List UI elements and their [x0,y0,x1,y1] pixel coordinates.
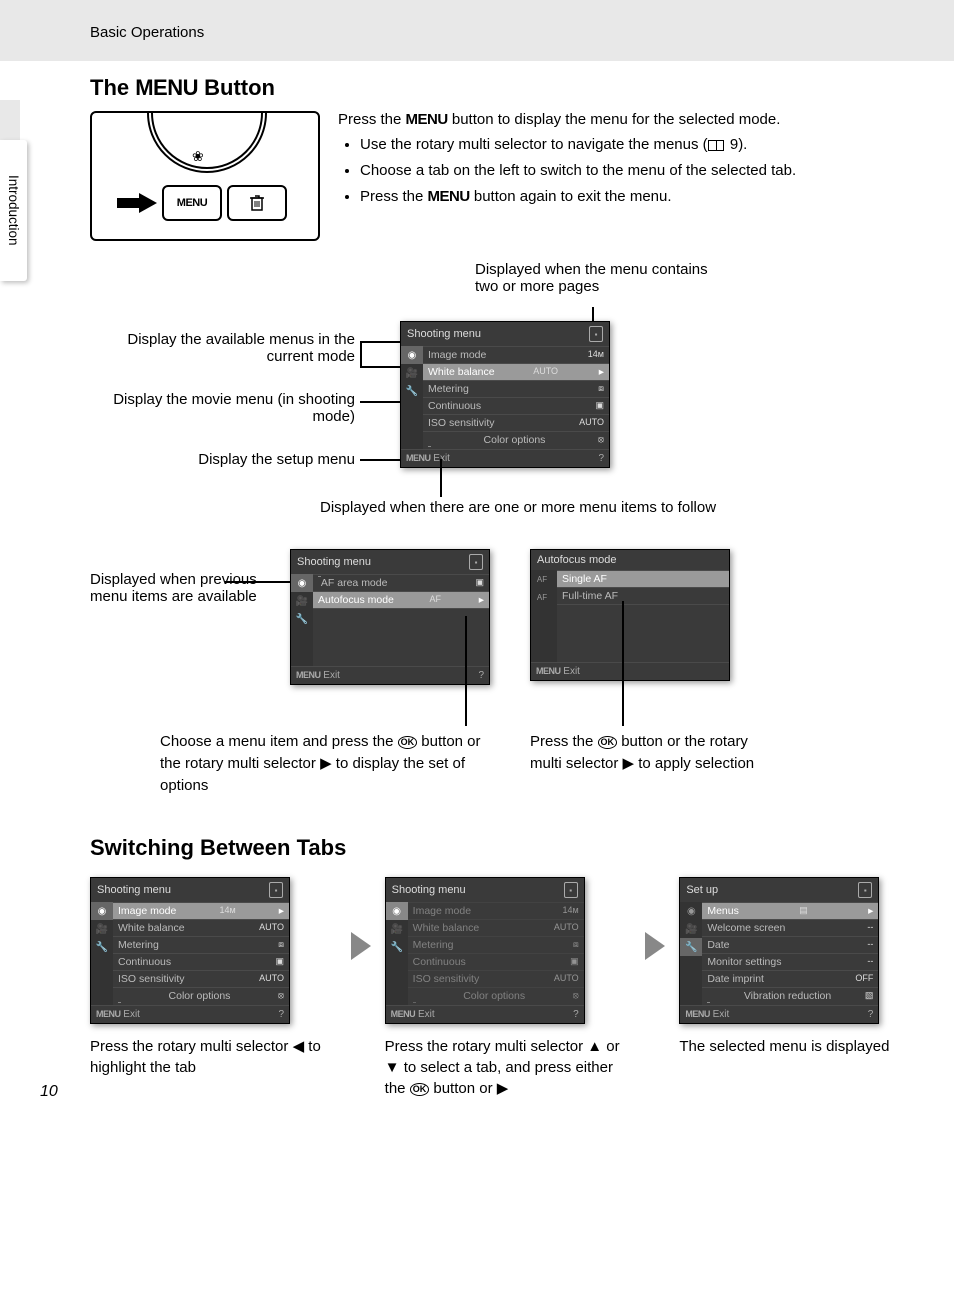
menu-item: White balanceAUTO [113,919,289,936]
menu-item: Date imprintOFF [702,970,878,987]
manual-reference-icon [708,140,724,151]
menu-item: Color options⦻ [423,431,609,449]
menu-item: White balanceAUTO [408,919,584,936]
lcd-shooting-menu-page2: Shooting menu▪ ◉ 🎥 🔧 AF area mode▣ Autof… [290,549,490,685]
menu-item: Vibration reduction▧ [702,987,878,1005]
menu-item: Full-time AF [557,587,729,604]
delete-button-illustration [227,185,287,221]
callout-movie-menu: Display the movie menu (in shooting mode… [90,391,355,425]
callout-setup-menu: Display the setup menu [90,451,355,468]
menu-item: ISO sensitivityAUTO [408,970,584,987]
arrow-right-icon [645,932,665,960]
tab-shooting-icon: ◉ [91,902,113,920]
menu-item-selected: White balanceAUTO▸ [423,363,609,380]
camera-top-diagram: ❀ MENU [90,111,320,241]
side-tab-rail: Introduction [0,100,27,281]
menu-button-illustration: MENU [162,185,222,221]
step2-caption: Press the rotary multi selector ▲ or ▼ t… [385,1036,632,1099]
help-icon: ? [598,453,604,464]
intro-bullet-2: Choose a tab on the left to switch to th… [360,160,914,182]
menu-item-selected: Autofocus modeAF▸ [313,591,489,608]
intro-paragraph: Press the MENU button to display the men… [338,111,914,128]
lcd-switch-step2: Shooting menu▪ ◉ 🎥 🔧 Image mode14ᴍ White… [385,877,585,1024]
ok-button-icon: OK [398,736,418,749]
menu-item: Metering⧈ [423,380,609,397]
page-number: 10 [40,1083,58,1101]
lcd-shooting-menu-main: Shooting menu▪ ◉ 🎥 🔧 Image mode14ᴍ White… [400,321,610,468]
menu-item: Welcome screen-- [702,919,878,936]
lcd-autofocus-mode: Autofocus mode AF AF Single AF Full-time… [530,549,730,681]
macro-icon: ❀ [192,148,204,165]
menu-item-selected: Single AF [557,570,729,587]
menu-item: Continuous▣ [408,953,584,970]
step1-caption: Press the rotary multi selector ◀ to hig… [90,1036,337,1078]
section-title-menu-button: The MENU Button [90,75,914,101]
menu-item: Image mode14ᴍ [408,902,584,919]
menu-item: Continuous▣ [423,397,609,414]
tab-shooting-icon: ◉ [291,574,313,592]
lcd-switch-step1: Shooting menu▪ ◉ 🎥 🔧 Image mode14ᴍ▸ Whit… [90,877,290,1024]
callout-more-follow: Displayed when there are one or more men… [320,499,860,516]
tab-movie-icon: 🎥 [291,592,313,610]
menu-item: ISO sensitivityAUTO [423,414,609,431]
breadcrumb: Basic Operations [90,24,914,41]
callout-multipage: Displayed when the menu contains two or … [475,261,725,295]
lcd-switch-step3: Set up▪ ◉ 🎥 🔧 Menus▤▸ Welcome screen-- D… [679,877,879,1024]
tab-setup-icon: 🔧 [291,610,313,628]
tab-setup-icon: 🔧 [680,938,702,956]
intro-bullet-1: Use the rotary multi selector to navigat… [360,134,914,156]
tab-movie-icon: 🎥 [386,920,408,938]
menu-item: AF area mode▣ [313,574,489,591]
tab-setup-icon: 🔧 [91,938,113,956]
tab-movie-icon: 🎥 [401,364,423,382]
tab-setup-icon: 🔧 [401,382,423,400]
tab-movie-icon: 🎥 [91,920,113,938]
menu-item: Monitor settings-- [702,953,878,970]
arrow-right-icon [351,932,371,960]
menu-item: Continuous▣ [113,953,289,970]
callout-choose-item: Choose a menu item and press the OK butt… [160,731,490,796]
tab-shooting-icon: ◉ [386,902,408,920]
tab-movie-icon: 🎥 [680,920,702,938]
tab-shooting-icon: ◉ [401,346,423,364]
side-tab-introduction: Introduction [0,140,27,281]
menu-item: Metering⧈ [408,936,584,953]
menu-item: Image mode14ᴍ▸ [113,902,289,919]
menu-item: Color options⦻ [113,987,289,1005]
intro-bullet-list: Use the rotary multi selector to navigat… [360,134,914,207]
callout-available-menus: Display the available menus in the curre… [90,331,355,365]
scroll-indicator-icon: ▪ [589,326,603,342]
tab-setup-icon: 🔧 [386,938,408,956]
menu-item: Color options⦻ [408,987,584,1005]
tab-shooting-icon: ◉ [680,902,702,920]
step3-caption: The selected menu is displayed [679,1036,926,1057]
intro-bullet-3: Press the MENU button again to exit the … [360,186,914,208]
ok-button-icon: OK [410,1083,430,1096]
callout-prev-available: Displayed when previous menu items are a… [90,571,280,605]
af-option-icon: AF [531,570,553,588]
ok-button-icon: OK [598,736,618,749]
menu-item: Image mode14ᴍ [423,346,609,363]
arrow-to-menu-icon [117,193,157,213]
scroll-indicator-icon: ▪ [469,554,483,570]
af-option-icon: AF [531,588,553,606]
menu-item: Metering⧈ [113,936,289,953]
tab-spare [401,400,423,418]
menu-item: Menus▤▸ [702,902,878,919]
menu-item: Date-- [702,936,878,953]
callout-apply: Press the OK button or the rotary multi … [530,731,770,775]
menu-item: ISO sensitivityAUTO [113,970,289,987]
section-title-switching-tabs: Switching Between Tabs [90,835,914,861]
help-icon: ? [478,670,484,681]
